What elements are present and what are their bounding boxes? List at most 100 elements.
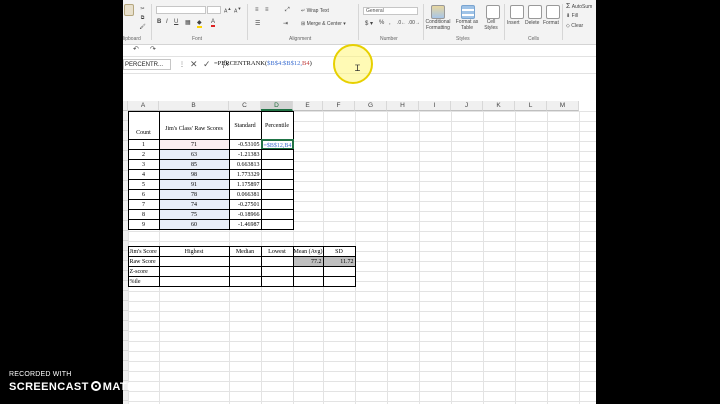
align-top-icon[interactable]: ≡ [255,7,259,13]
underline-button[interactable]: U [174,19,178,25]
row-header[interactable] [123,291,128,301]
raw-score-cell[interactable]: 60 [158,218,230,230]
column-header-m[interactable]: M [547,101,579,111]
percentile-rank-cell[interactable] [260,218,294,230]
fill-color-icon[interactable]: ◆ [197,19,202,28]
align-left-icon[interactable]: ☰ [255,20,260,27]
merge-center-button[interactable]: ⊞ Merge & Center ▾ [301,21,346,27]
number-format-dropdown[interactable]: General [363,7,418,15]
formula-suffix: ) [309,60,312,67]
format-as-table-icon[interactable] [461,5,475,19]
gridline-horizontal [128,291,596,292]
row-header[interactable] [123,301,128,311]
decimal-increase-icon[interactable]: .0← [397,20,406,26]
row-header[interactable] [123,361,128,371]
clear-button[interactable]: ◇ Clear [566,23,583,29]
cut-icon[interactable]: ✂ [139,6,146,13]
more-icon[interactable]: ⋮ [179,61,185,68]
summary-cell-lowest[interactable] [260,275,294,287]
gridline-horizontal [128,391,596,392]
font-group-label: Font [192,36,203,42]
row-header[interactable] [123,311,128,321]
paste-icon[interactable] [124,4,134,16]
row-header[interactable] [123,331,128,341]
clipboard-group-label: lipboard [123,36,141,42]
screencast-logo-icon [90,381,101,391]
row-header[interactable] [123,351,128,361]
column-header-b[interactable]: B [159,101,229,111]
enter-icon[interactable]: ✓ [203,59,211,70]
fill-down-icon: ⬇ [566,13,571,19]
cancel-icon[interactable]: ✕ [190,59,198,70]
format-as-table-label[interactable]: Format as Table [455,19,479,31]
column-header-h[interactable]: H [387,101,419,111]
header-percentile-ranks[interactable]: Percentile Ranks (Col. 3) [260,110,294,140]
separator [151,4,152,40]
align-middle-icon[interactable]: ≡ [265,7,269,13]
indent-icon[interactable]: ⇥ [283,20,288,27]
shrink-font-icon[interactable]: A▼ [234,6,241,15]
standard-score-cell[interactable]: -1.46987 [228,218,262,230]
italic-button[interactable]: I [166,19,168,25]
orientation-icon[interactable]: ⤢ [285,7,290,14]
name-box[interactable]: PERCENTR... [123,59,171,70]
font-name-dropdown[interactable] [156,6,206,14]
cell-styles-label[interactable]: Cell Styles [481,19,501,31]
conditional-formatting-icon[interactable] [431,5,445,19]
number-group-label: Number [380,36,398,42]
column-header-c[interactable]: C [229,101,261,111]
eraser-icon: ◇ [566,23,570,29]
font-color-icon[interactable]: A [211,19,216,27]
fill-button[interactable]: ⬇ Fill [566,13,578,19]
bold-button[interactable]: B [157,19,161,25]
row-header[interactable] [123,231,128,241]
column-header-l[interactable]: L [515,101,547,111]
wrap-text-button[interactable]: ↵ Wrap Text [301,8,329,14]
undo-icon[interactable]: ↶ [133,45,139,53]
insert-label[interactable]: Insert [507,20,520,26]
row-header[interactable] [123,371,128,381]
font-size-dropdown[interactable] [207,6,221,14]
row-header[interactable] [123,321,128,331]
format-cells-icon[interactable] [546,5,560,19]
grow-font-icon[interactable]: A▲ [224,6,231,15]
currency-icon[interactable]: $ ▾ [365,20,373,27]
format-painter-icon[interactable]: 🖌 [139,24,146,31]
insert-cells-icon[interactable] [510,5,524,19]
summary-cell-label[interactable]: %ile [127,275,160,287]
cell-styles-icon[interactable] [486,5,500,19]
header-standard-scores[interactable]: Standard Scores (Col. 2) [228,110,262,140]
count-cell[interactable]: 9 [127,218,160,230]
column-header-k[interactable]: K [483,101,515,111]
row-header[interactable] [123,341,128,351]
header-count[interactable]: Count [127,110,160,140]
autosum-button[interactable]: Σ AutoSum [566,3,592,10]
column-header-f[interactable]: F [323,101,355,111]
comma-icon[interactable]: , [389,20,391,26]
borders-icon[interactable]: ▦ [185,19,191,26]
header-raw-scores[interactable]: Jim's Class' Raw Scores (Col. 1) [158,110,230,140]
summary-cell-highest[interactable] [158,275,230,287]
delete-cells-icon[interactable] [528,5,542,19]
watermark-brand-part2: MATIC [102,381,139,393]
summary-cell-median[interactable] [228,275,262,287]
column-header-i[interactable]: I [419,101,451,111]
cells-group-label: Cells [528,36,540,42]
column-header-d[interactable]: D [261,101,293,111]
summary-cell-sd[interactable] [322,275,356,287]
column-header-g[interactable]: G [355,101,387,111]
format-label[interactable]: Format [543,20,559,26]
redo-icon[interactable]: ↷ [150,45,156,53]
copy-icon[interactable]: ⧉ [139,15,146,22]
summary-cell-mean[interactable] [292,275,324,287]
column-header-e[interactable]: E [293,101,323,111]
formula-text[interactable]: =PERCENTRANK($B$4:$B$12,B4) [214,60,312,67]
gridline-horizontal [128,341,596,342]
percent-icon[interactable]: % [379,20,384,26]
gridline-horizontal [128,351,596,352]
column-header-j[interactable]: J [451,101,483,111]
decimal-decrease-icon[interactable]: .00→ [408,20,420,26]
delete-label[interactable]: Delete [525,20,539,26]
column-header-a[interactable]: A [128,101,159,111]
conditional-formatting-label[interactable]: Conditional Formatting [424,19,452,31]
